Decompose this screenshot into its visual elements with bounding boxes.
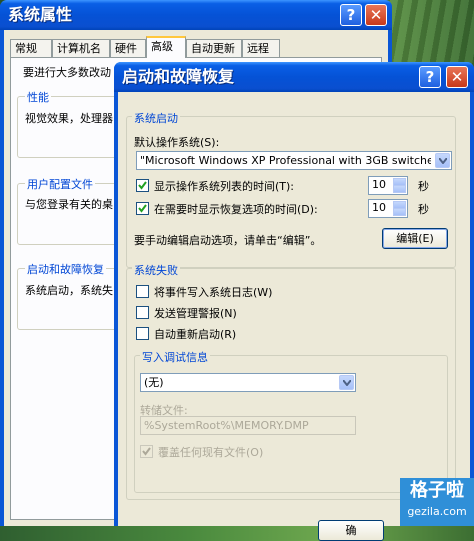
watermark-line1: 格子啦 xyxy=(410,480,464,501)
site-watermark: 格子啦 gezila.com xyxy=(400,478,474,526)
startup-recovery-group-title: 启动和故障恢复 xyxy=(25,261,106,277)
system-startup-title: 系统启动 xyxy=(132,110,180,126)
show-recovery-spinner[interactable]: 10 xyxy=(368,199,408,218)
checkmark-icon xyxy=(138,181,147,190)
user-profiles-group-title: 用户配置文件 xyxy=(25,176,95,192)
overwrite-label: 覆盖任何现有文件(O) xyxy=(158,446,264,459)
seconds-unit-1: 秒 xyxy=(418,180,429,193)
tab-computer-name[interactable]: 计算机名 xyxy=(52,39,110,57)
intro-text: 要进行大多数改动 xyxy=(23,66,111,79)
show-os-list-spinner[interactable]: 10 xyxy=(368,176,408,195)
tab-automatic-updates[interactable]: 自动更新 xyxy=(186,39,242,57)
dialog-close-icon[interactable]: ✕ xyxy=(446,66,468,88)
close-icon[interactable]: ✕ xyxy=(365,4,387,26)
tab-advanced[interactable]: 高级 xyxy=(146,36,186,58)
system-failure-title: 系统失败 xyxy=(132,262,180,278)
startup-recovery-client: 系统启动 默认操作系统(S): "Microsoft Windows XP Pr… xyxy=(118,92,470,541)
debug-info-select[interactable]: (无) xyxy=(140,373,356,392)
spin-down-icon[interactable] xyxy=(393,185,406,193)
write-event-label: 将事件写入系统日志(W) xyxy=(154,286,273,299)
write-event-checkbox[interactable] xyxy=(136,285,149,298)
show-recovery-checkbox[interactable] xyxy=(136,202,149,215)
auto-restart-label: 自动重新启动(R) xyxy=(154,328,237,341)
edit-hint-text: 要手动编辑启动选项，请单击“编辑”。 xyxy=(134,234,322,247)
performance-group-title: 性能 xyxy=(25,89,51,105)
auto-restart-checkbox[interactable] xyxy=(136,327,149,340)
tab-general[interactable]: 常规 xyxy=(10,39,52,57)
default-os-value: "Microsoft Windows XP Professional with … xyxy=(140,154,431,167)
system-properties-titlebar[interactable]: 系统属性 xyxy=(0,0,392,30)
chevron-down-icon[interactable] xyxy=(435,153,450,168)
chevron-down-icon[interactable] xyxy=(339,375,354,390)
spin-down-icon[interactable] xyxy=(393,208,406,216)
help-icon[interactable]: ? xyxy=(340,4,362,26)
default-os-select[interactable]: "Microsoft Windows XP Professional with … xyxy=(136,151,452,170)
debug-info-value: (无) xyxy=(144,376,164,389)
show-recovery-label: 在需要时显示恢复选项的时间(D): xyxy=(154,203,318,216)
overwrite-checkbox[interactable] xyxy=(140,445,153,458)
startup-recovery-text: 系统启动，系统失 xyxy=(25,284,113,297)
show-os-list-value: 10 xyxy=(372,178,386,191)
checkmark-icon xyxy=(142,447,151,456)
default-os-label: 默认操作系统(S): xyxy=(134,136,220,149)
edit-button[interactable]: 编辑(E) xyxy=(382,228,448,249)
dialog-title: 启动和故障恢复 xyxy=(122,67,235,86)
user-profiles-text: 与您登录有关的桌 xyxy=(25,198,113,211)
send-alert-checkbox[interactable] xyxy=(136,306,149,319)
tab-remote[interactable]: 远程 xyxy=(242,39,280,57)
show-recovery-value: 10 xyxy=(372,201,386,214)
tab-hardware[interactable]: 硬件 xyxy=(110,39,146,57)
send-alert-label: 发送管理警报(N) xyxy=(154,307,237,320)
debug-info-title: 写入调试信息 xyxy=(140,349,210,365)
seconds-unit-2: 秒 xyxy=(418,203,429,216)
dialog-help-icon[interactable]: ? xyxy=(419,66,441,88)
performance-text: 视觉效果，处理器 xyxy=(25,112,113,125)
window-title: 系统属性 xyxy=(8,5,73,24)
ok-button[interactable]: 确 xyxy=(318,520,384,541)
startup-recovery-dialog: 启动和故障恢复 ? ✕ 系统启动 默认操作系统(S): "Microsoft W… xyxy=(114,62,474,541)
dump-file-input[interactable]: %SystemRoot%\MEMORY.DMP xyxy=(140,416,356,435)
show-os-list-checkbox[interactable] xyxy=(136,179,149,192)
watermark-line2: gezila.com xyxy=(407,505,467,518)
show-os-list-label: 显示操作系统列表的时间(T): xyxy=(154,180,295,193)
checkmark-icon xyxy=(138,204,147,213)
